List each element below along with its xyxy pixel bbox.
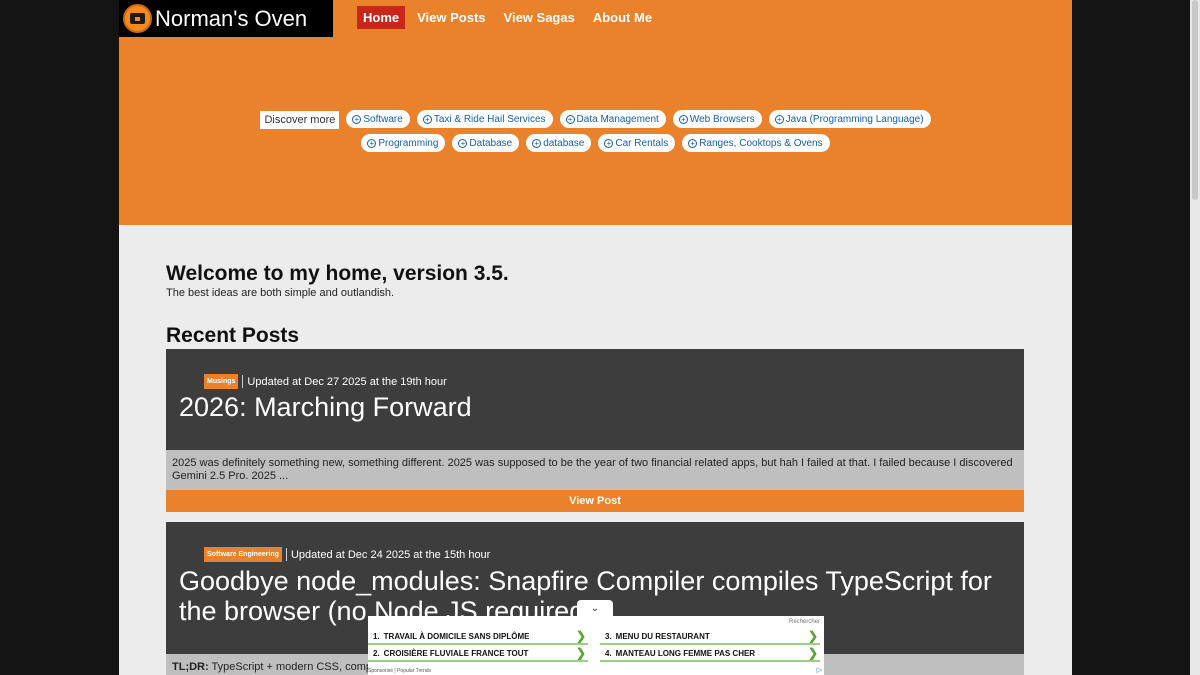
excerpt-text: TypeScript + modern CSS, compil	[208, 661, 377, 673]
nav-about-me[interactable]: About Me	[587, 6, 658, 29]
hero-banner: Norman's Oven Home View Posts View Sagas…	[119, 0, 1072, 225]
topic-chip-label: Web Browsers	[689, 113, 755, 125]
topic-chip[interactable]: + database	[526, 134, 592, 152]
page: Norman's Oven Home View Posts View Sagas…	[119, 0, 1072, 675]
ad-link[interactable]: 2. CROISIÈRE FLUVIALE FRANCE TOUT ❯	[368, 646, 588, 662]
ad-link[interactable]: 3. MENU DU RESTAURANT ❯	[600, 629, 820, 645]
ad-search-label[interactable]: Rechercher	[789, 619, 820, 625]
plus-circle-icon: +	[678, 114, 688, 124]
discover-topics: Discover more + Software + Taxi & Ride Hai…	[119, 110, 1072, 157]
plus-circle-icon: +	[532, 138, 542, 148]
view-post-button[interactable]: View Post	[166, 490, 1024, 512]
topic-chip[interactable]: + Programming	[361, 134, 446, 152]
topic-chip[interactable]: + Taxi & Ride Hail Services	[416, 110, 553, 128]
post-updated-date: Updated at Dec 27 2025 at the 19th hour	[247, 375, 447, 388]
plus-circle-icon: +	[367, 138, 377, 148]
plus-circle-icon: +	[458, 138, 468, 148]
topic-chip[interactable]: + Database	[452, 134, 520, 152]
excerpt-tldr: TL;DR:	[172, 661, 209, 673]
topic-chip[interactable]: + Web Browsers	[672, 110, 762, 128]
site-name: Norman's Oven	[155, 5, 308, 31]
topic-chip[interactable]: + Ranges, Cooktops & Ovens	[682, 134, 830, 152]
category-tag[interactable]: Musings	[204, 374, 239, 389]
recent-posts-heading: Recent Posts	[166, 324, 300, 347]
topic-chip-label: Data Management	[576, 113, 659, 125]
adchoices-icon[interactable]: ▷	[817, 666, 822, 674]
topic-row-2: + Programming + Database + database + Car Re…	[119, 134, 1072, 152]
topic-chip-label: database	[543, 137, 585, 149]
nav-view-posts[interactable]: View Posts	[411, 6, 491, 29]
plus-circle-icon: +	[774, 114, 784, 124]
welcome-tagline: The best ideas are both simple and outla…	[166, 287, 395, 299]
ad-link[interactable]: 4. MANTEAU LONG FEMME PAS CHER ❯	[600, 646, 820, 662]
page-scrollbar[interactable]	[1190, 0, 1200, 675]
nav-view-sagas[interactable]: View Sagas	[498, 6, 581, 29]
plus-circle-icon: +	[565, 114, 575, 124]
plus-circle-icon: +	[352, 114, 362, 124]
plus-circle-icon: +	[604, 138, 614, 148]
post-title[interactable]: 2026: Marching Forward	[179, 392, 472, 422]
chevron-right-icon: ❯	[575, 646, 586, 660]
post-card: Musings Updated at Dec 27 2025 at the 19…	[166, 349, 1024, 512]
topic-chip[interactable]: + Java (Programming Language)	[768, 110, 931, 128]
main-nav: Home View Posts View Sagas About Me	[357, 6, 658, 29]
welcome-heading: Welcome to my home, version 3.5.	[166, 262, 509, 285]
plus-circle-icon: +	[422, 114, 432, 124]
ad-item-number: 1.	[373, 631, 380, 641]
ad-item-number: 3.	[605, 631, 612, 641]
welcome-section: Welcome to my home, version 3.5. The bes…	[166, 262, 509, 299]
post-excerpt: 2025 was definitely something new, somet…	[166, 450, 1024, 490]
post-title-line: Goodbye node_modules: Snapfire Compiler …	[179, 566, 992, 596]
topic-chip-label: Database	[469, 137, 513, 149]
post-meta: Musings Updated at Dec 27 2025 at the 19…	[204, 374, 447, 389]
post-meta: Software Engineering Updated at Dec 24 2…	[204, 547, 490, 562]
chevron-down-icon: ⌄	[590, 602, 600, 614]
ad-item-label: MENU DU RESTAURANT	[615, 631, 710, 641]
topic-chip-label: Programming	[378, 137, 439, 149]
topic-chip[interactable]: + Car Rentals	[598, 134, 676, 152]
topic-chip[interactable]: + Data Management	[559, 110, 666, 128]
topic-chip-label: Taxi & Ride Hail Services	[433, 113, 546, 125]
chevron-right-icon: ❯	[807, 646, 818, 660]
topic-chip[interactable]: + Software	[346, 110, 410, 128]
ad-sponsor-label: Sponsorisé | Popular Trends	[368, 668, 432, 674]
ad-item-label: TRAVAIL À DOMICILE SANS DIPLÔME	[383, 631, 530, 641]
oven-logo-icon	[123, 4, 152, 33]
ad-link[interactable]: 1. TRAVAIL À DOMICILE SANS DIPLÔME ❯	[368, 629, 588, 645]
site-logo[interactable]: Norman's Oven	[119, 0, 333, 37]
scrollbar-thumb[interactable]	[1192, 0, 1198, 200]
post-header: Musings Updated at Dec 27 2025 at the 19…	[166, 349, 1024, 450]
divider	[242, 375, 244, 388]
plus-circle-icon: +	[688, 138, 698, 148]
sponsored-ad-banner: ⌄ Rechercher 1. TRAVAIL À DOMICILE SANS …	[368, 600, 824, 675]
discover-more-label: Discover more	[260, 111, 340, 129]
category-tag[interactable]: Software Engineering	[204, 547, 282, 562]
topic-chip-label: Ranges, Cooktops & Ovens	[699, 137, 823, 149]
ad-collapse-button[interactable]: ⌄	[577, 600, 613, 616]
nav-home[interactable]: Home	[357, 6, 406, 29]
topic-chip-label: Car Rentals	[615, 137, 669, 149]
topic-chip-label: Java (Programming Language)	[785, 113, 924, 125]
ad-item-number: 4.	[605, 648, 612, 658]
ad-item-number: 2.	[373, 648, 380, 658]
topic-chip-label: Software	[363, 113, 403, 125]
chevron-right-icon: ❯	[807, 629, 818, 643]
ad-item-label: MANTEAU LONG FEMME PAS CHER	[615, 648, 756, 658]
ad-item-label: CROISIÈRE FLUVIALE FRANCE TOUT	[383, 648, 529, 658]
topic-row-1: Discover more + Software + Taxi & Ride Hai…	[119, 110, 1072, 129]
chevron-right-icon: ❯	[575, 629, 586, 643]
divider	[285, 548, 287, 561]
post-updated-date: Updated at Dec 24 2025 at the 15th hour	[290, 548, 491, 561]
